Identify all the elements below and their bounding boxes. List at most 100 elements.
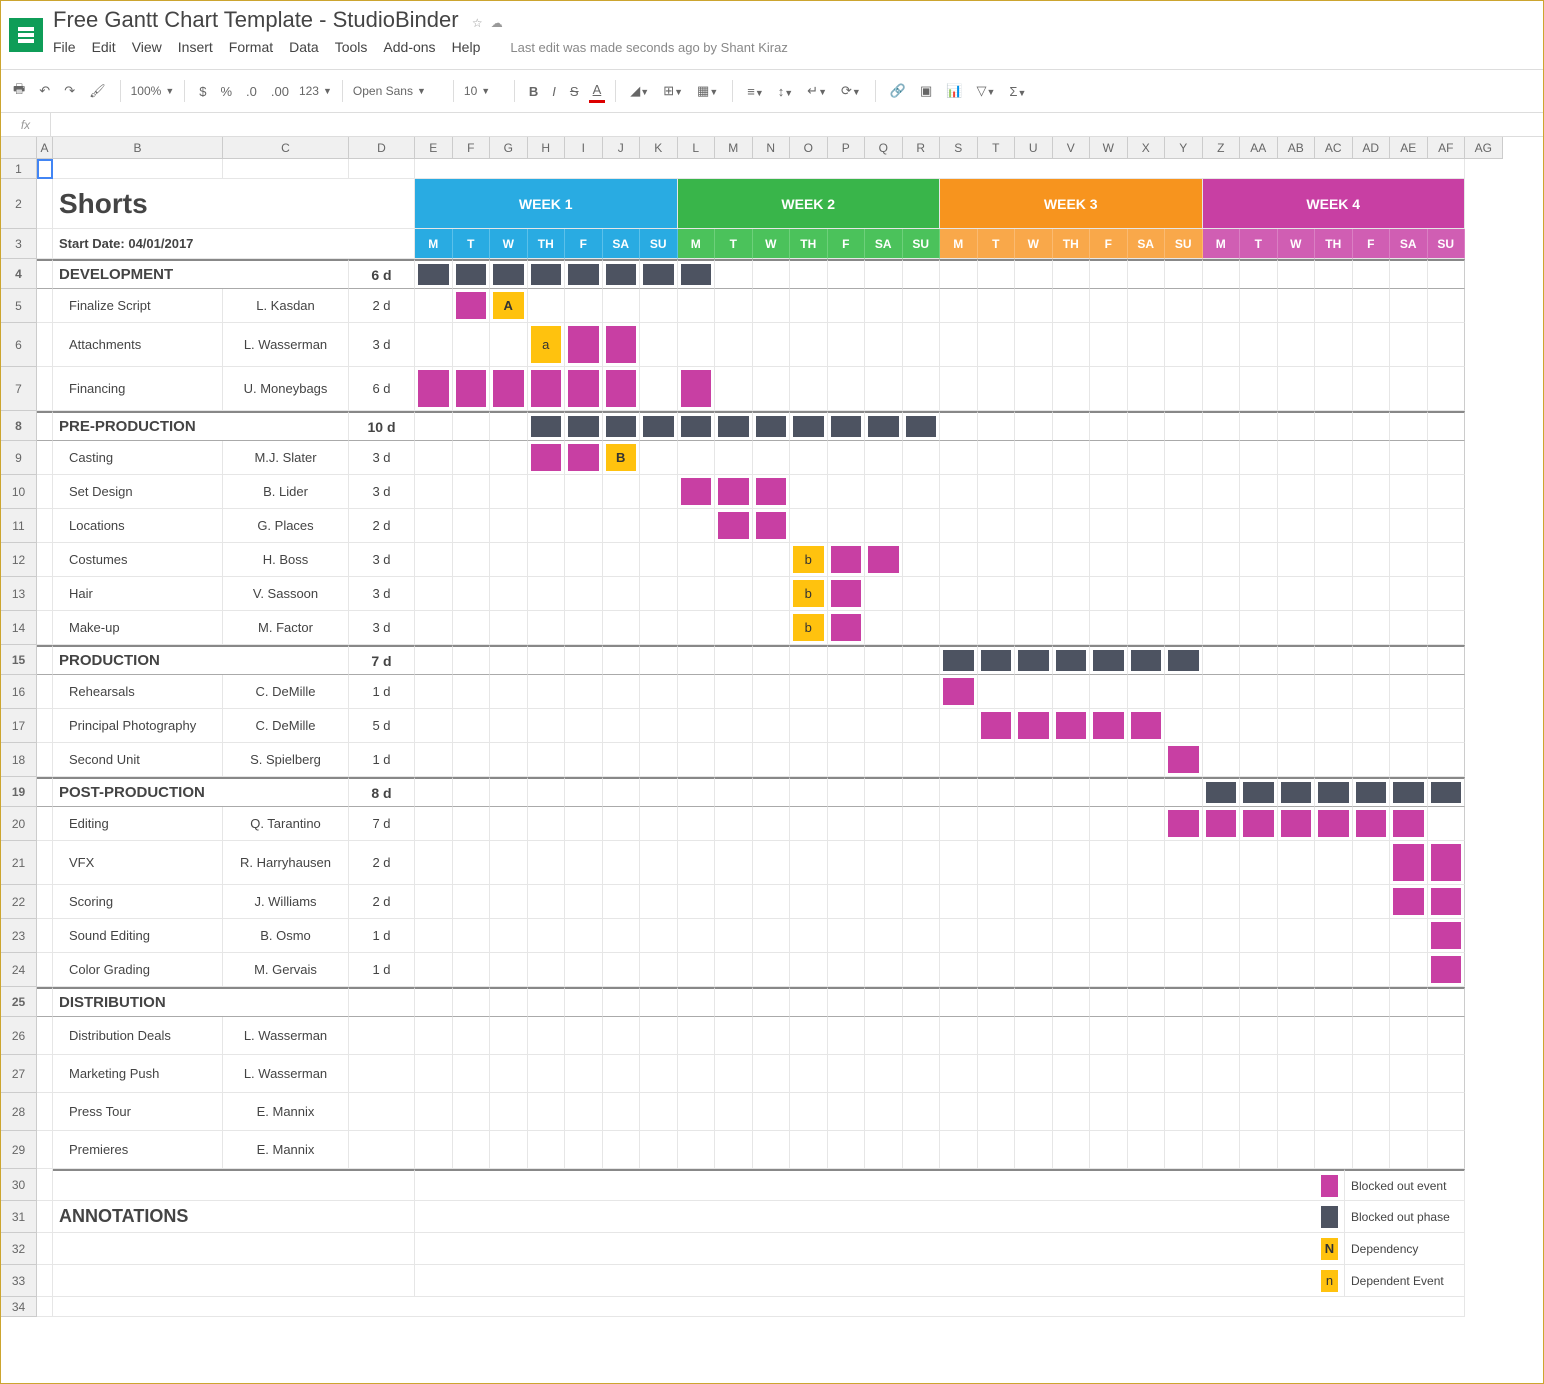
gantt-cell[interactable] — [603, 411, 641, 441]
gantt-cell[interactable] — [865, 543, 903, 577]
gantt-cell[interactable] — [1053, 441, 1091, 475]
gantt-cell[interactable] — [640, 509, 678, 543]
gantt-cell[interactable] — [415, 807, 453, 841]
gantt-cell[interactable] — [1278, 675, 1316, 709]
gantt-cell[interactable] — [1278, 323, 1316, 367]
col-I[interactable]: I — [565, 137, 603, 159]
gantt-cell[interactable] — [940, 367, 978, 411]
gantt-cell[interactable] — [1390, 1055, 1428, 1093]
gantt-cell[interactable] — [1015, 367, 1053, 411]
gantt-cell[interactable] — [528, 841, 566, 885]
gantt-cell[interactable] — [828, 841, 866, 885]
gantt-cell[interactable] — [1165, 709, 1203, 743]
gantt-cell[interactable] — [903, 807, 941, 841]
task-person[interactable]: C. DeMille — [223, 675, 349, 709]
gantt-cell[interactable] — [753, 807, 791, 841]
gantt-cell[interactable] — [1128, 1017, 1166, 1055]
gantt-cell[interactable] — [1390, 611, 1428, 645]
gantt-cell[interactable] — [528, 367, 566, 411]
gantt-cell[interactable] — [1428, 289, 1466, 323]
gantt-cell[interactable] — [528, 885, 566, 919]
gantt-cell[interactable] — [1428, 509, 1466, 543]
gantt-cell[interactable] — [1165, 441, 1203, 475]
gantt-cell[interactable] — [1203, 411, 1241, 441]
gantt-cell[interactable] — [415, 675, 453, 709]
gantt-cell[interactable] — [715, 743, 753, 777]
col-N[interactable]: N — [753, 137, 791, 159]
row-header[interactable]: 13 — [1, 577, 37, 611]
gantt-cell[interactable] — [940, 645, 978, 675]
task-name[interactable]: Rehearsals — [53, 675, 223, 709]
gantt-cell[interactable] — [940, 709, 978, 743]
currency-icon[interactable]: $ — [195, 81, 210, 102]
col-V[interactable]: V — [1053, 137, 1091, 159]
gantt-cell[interactable] — [640, 1093, 678, 1131]
gantt-cell[interactable] — [978, 1093, 1016, 1131]
gantt-cell[interactable] — [453, 259, 491, 289]
gantt-cell[interactable] — [790, 475, 828, 509]
row-header[interactable]: 28 — [1, 1093, 37, 1131]
gantt-cell[interactable] — [1015, 475, 1053, 509]
gantt-cell[interactable] — [1428, 987, 1466, 1017]
gantt-cell[interactable] — [565, 885, 603, 919]
gantt-cell[interactable] — [940, 885, 978, 919]
gantt-cell[interactable] — [978, 475, 1016, 509]
gantt-cell[interactable] — [528, 645, 566, 675]
gantt-cell[interactable] — [1128, 1093, 1166, 1131]
gantt-cell[interactable] — [1278, 475, 1316, 509]
row-header[interactable]: 23 — [1, 919, 37, 953]
gantt-cell[interactable] — [603, 611, 641, 645]
gantt-cell[interactable] — [1203, 259, 1241, 289]
gantt-cell[interactable] — [1315, 1055, 1353, 1093]
gantt-cell[interactable] — [978, 645, 1016, 675]
gantt-cell[interactable] — [715, 475, 753, 509]
gantt-cell[interactable] — [1278, 987, 1316, 1017]
gantt-cell[interactable] — [1053, 709, 1091, 743]
row-header[interactable]: 5 — [1, 289, 37, 323]
row-header[interactable]: 11 — [1, 509, 37, 543]
gantt-cell[interactable] — [528, 411, 566, 441]
dec-increase-icon[interactable]: .00 — [267, 81, 293, 102]
gantt-cell[interactable] — [790, 509, 828, 543]
gantt-cell[interactable] — [528, 289, 566, 323]
cloud-icon[interactable]: ☁ — [491, 16, 503, 30]
gantt-cell[interactable] — [1165, 987, 1203, 1017]
gantt-cell[interactable] — [415, 509, 453, 543]
gantt-cell[interactable] — [1240, 1131, 1278, 1169]
gantt-cell[interactable] — [1128, 367, 1166, 411]
col-O[interactable]: O — [790, 137, 828, 159]
gantt-cell[interactable] — [865, 777, 903, 807]
gantt-cell[interactable] — [490, 611, 528, 645]
gantt-cell[interactable] — [640, 441, 678, 475]
task-dur[interactable] — [349, 1055, 415, 1093]
gantt-cell[interactable] — [565, 953, 603, 987]
gantt-cell[interactable] — [1428, 841, 1466, 885]
gantt-cell[interactable] — [903, 367, 941, 411]
day-header[interactable]: SA — [865, 229, 903, 259]
gantt-cell[interactable] — [1428, 259, 1466, 289]
gantt-cell[interactable] — [1278, 543, 1316, 577]
day-header[interactable]: W — [1015, 229, 1053, 259]
doc-title[interactable]: Free Gantt Chart Template - StudioBinder — [53, 7, 459, 32]
gantt-cell[interactable] — [903, 919, 941, 953]
row-header[interactable]: 8 — [1, 411, 37, 441]
col-AF[interactable]: AF — [1428, 137, 1466, 159]
gantt-cell[interactable] — [1315, 367, 1353, 411]
task-dur[interactable]: 3 d — [349, 543, 415, 577]
gantt-cell[interactable] — [640, 807, 678, 841]
gantt-cell[interactable] — [1090, 953, 1128, 987]
gantt-cell[interactable] — [1165, 367, 1203, 411]
gantt-cell[interactable] — [790, 1017, 828, 1055]
gantt-cell[interactable] — [753, 675, 791, 709]
gantt-cell[interactable] — [603, 543, 641, 577]
gantt-cell[interactable] — [603, 919, 641, 953]
gantt-cell[interactable] — [678, 987, 716, 1017]
gantt-cell[interactable] — [978, 509, 1016, 543]
row-header[interactable]: 21 — [1, 841, 37, 885]
col-L[interactable]: L — [678, 137, 716, 159]
task-name[interactable]: Principal Photography — [53, 709, 223, 743]
gantt-cell[interactable] — [1428, 1055, 1466, 1093]
gantt-cell[interactable] — [1315, 577, 1353, 611]
gantt-cell[interactable] — [1165, 611, 1203, 645]
gantt-cell[interactable] — [1428, 885, 1466, 919]
